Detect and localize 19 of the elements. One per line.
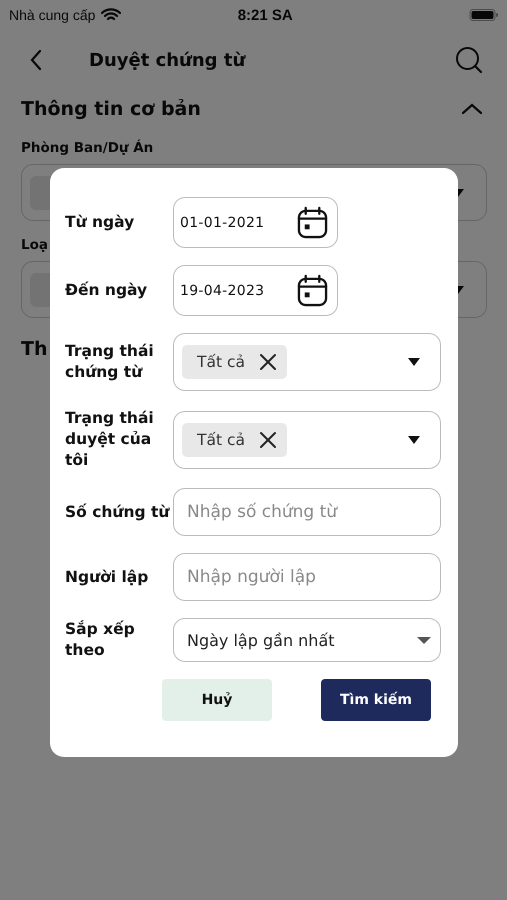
- status-time: 8:21 SA: [238, 6, 294, 24]
- select-value: Ngày lập gần nhất: [187, 630, 335, 650]
- section-title: Th: [21, 338, 48, 360]
- field-label: Đến ngày: [65, 280, 148, 301]
- chip-label: Tất cả: [197, 430, 245, 448]
- field-label: Trạng thái duyệt của tôi: [65, 408, 155, 471]
- date-value: 01-01-2021: [180, 214, 264, 230]
- screen-title: Duyệt chứng từ: [89, 50, 246, 70]
- field-label: Loạ: [21, 237, 49, 255]
- field-label: Số chứng từ: [65, 502, 171, 522]
- field-label: Phòng Ban/Dự Án: [21, 140, 154, 158]
- field-label: Người lập: [65, 566, 150, 588]
- field-label: Sắp xếp theo: [65, 619, 136, 661]
- carrier-name: Nhà cung cấp: [9, 7, 96, 23]
- date-value: 19-04-2023: [180, 282, 264, 298]
- chip-label: Tất cả: [197, 353, 245, 371]
- section-title: Thông tin cơ bản: [21, 98, 201, 120]
- field-label: Trạng thái chứng từ: [65, 341, 155, 383]
- field-label: Từ ngày: [65, 212, 136, 233]
